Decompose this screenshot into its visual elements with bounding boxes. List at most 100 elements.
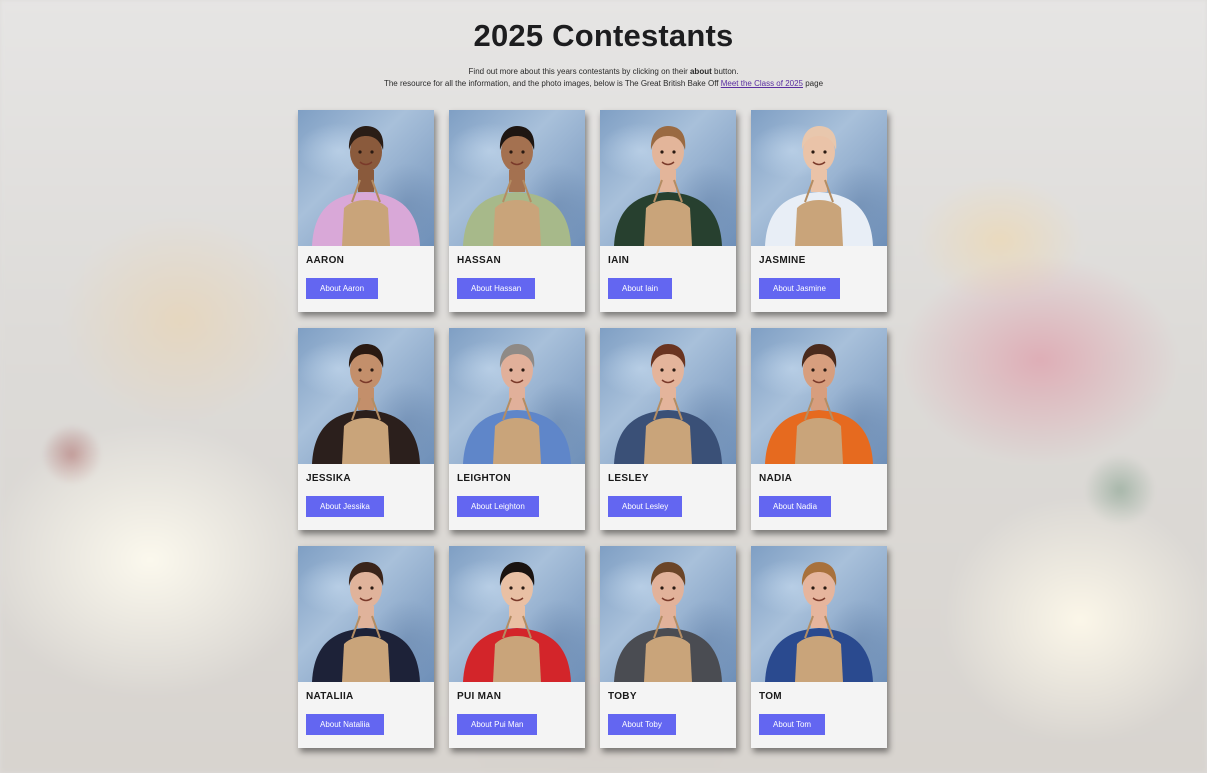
about-button[interactable]: About Jasmine xyxy=(759,278,840,299)
portrait-apron xyxy=(342,200,390,246)
portrait-apron xyxy=(493,200,541,246)
contestant-name: HASSAN xyxy=(457,255,502,266)
contestant-portrait xyxy=(614,562,722,682)
portrait-apron xyxy=(795,418,843,464)
contestant-photo xyxy=(751,328,887,464)
contestant-name: IAIN xyxy=(608,255,630,266)
portrait-eye xyxy=(358,150,362,154)
contestant-name: JASMINE xyxy=(759,255,806,266)
contestant-portrait xyxy=(463,562,571,682)
contestant-portrait xyxy=(312,344,420,464)
about-button[interactable]: About Tom xyxy=(759,714,826,735)
contestant-card: TOBY About Toby xyxy=(600,546,736,748)
portrait-eye xyxy=(672,150,676,154)
about-button[interactable]: About Lesley xyxy=(608,496,683,517)
contestant-name: PUI MAN xyxy=(457,691,502,702)
portrait-eye xyxy=(509,150,513,154)
portrait-eye xyxy=(358,368,362,372)
portrait-eye xyxy=(811,150,815,154)
about-button[interactable]: About Pui Man xyxy=(457,714,538,735)
about-button[interactable]: About Hassan xyxy=(457,278,536,299)
about-button[interactable]: About Aaron xyxy=(306,278,379,299)
portrait-apron xyxy=(795,200,843,246)
portrait-apron xyxy=(342,418,390,464)
portrait-eye xyxy=(370,150,374,154)
contestant-photo xyxy=(449,546,585,682)
portrait-apron xyxy=(795,636,843,682)
intro-line-1-text: Find out more about this years contestan… xyxy=(468,67,690,76)
contestant-grid: AARON About Aaron HASSAN About Hassan IA… xyxy=(298,110,890,748)
portrait-eye xyxy=(509,586,513,590)
portrait-apron xyxy=(644,636,692,682)
portrait-eye xyxy=(509,368,513,372)
contestant-name: LEIGHTON xyxy=(457,473,511,484)
intro-bold-about: about xyxy=(689,67,712,76)
portrait-eye xyxy=(660,368,664,372)
contestant-name: LESLEY xyxy=(608,473,649,484)
contestant-card: JESSIKA About Jessika xyxy=(298,328,434,530)
intro-line-1-end: button. xyxy=(711,67,739,76)
contestant-name: AARON xyxy=(306,255,345,266)
portrait-apron xyxy=(493,636,541,682)
contestant-name: NADIA xyxy=(759,473,793,484)
page-title: 2025 Contestants xyxy=(473,18,734,53)
about-button[interactable]: About Nadia xyxy=(759,496,832,517)
contestant-photo xyxy=(751,546,887,682)
portrait-eye xyxy=(672,368,676,372)
portrait-eye xyxy=(370,368,374,372)
contestant-photo xyxy=(600,328,736,464)
intro-line-2-text: The resource for all the information, an… xyxy=(383,79,721,88)
contestant-card: HASSAN About Hassan xyxy=(449,110,585,312)
contestant-portrait xyxy=(765,344,873,464)
contestant-name: JESSIKA xyxy=(306,473,351,484)
portrait-eye xyxy=(823,150,827,154)
portrait-eye xyxy=(823,368,827,372)
contestant-portrait xyxy=(614,344,722,464)
contestant-photo xyxy=(600,110,736,246)
portrait-eye xyxy=(358,586,362,590)
portrait-eye xyxy=(521,150,525,154)
portrait-apron xyxy=(493,418,541,464)
contestant-name: NATALIIA xyxy=(306,691,354,702)
about-button[interactable]: About Iain xyxy=(608,278,673,299)
contestant-card: IAIN About Iain xyxy=(600,110,736,312)
portrait-eye xyxy=(521,368,525,372)
portrait-eye xyxy=(811,368,815,372)
contestant-portrait xyxy=(463,344,571,464)
contestant-name: TOBY xyxy=(608,691,637,702)
contestant-card: LESLEY About Lesley xyxy=(600,328,736,530)
contestant-portrait xyxy=(312,562,420,682)
contestant-photo xyxy=(298,328,434,464)
contestant-photo xyxy=(751,110,887,246)
contestant-portrait xyxy=(312,126,420,246)
contestant-card: JASMINE About Jasmine xyxy=(751,110,887,312)
portrait-eye xyxy=(660,150,664,154)
contestant-portrait xyxy=(614,126,722,246)
about-button[interactable]: About Toby xyxy=(608,714,676,735)
intro-line-1: Find out more about this years contestan… xyxy=(0,66,1207,78)
contestants-page: 2025 Contestants Find out more about thi… xyxy=(0,0,1207,773)
portrait-eye xyxy=(370,586,374,590)
contestant-portrait xyxy=(765,126,873,246)
portrait-apron xyxy=(644,418,692,464)
contestant-card: AARON About Aaron xyxy=(298,110,434,312)
contestant-card: PUI MAN About Pui Man xyxy=(449,546,585,748)
intro-line-2-end: page xyxy=(803,79,824,88)
contestant-photo xyxy=(600,546,736,682)
contestant-photo xyxy=(449,110,585,246)
contestant-card: LEIGHTON About Leighton xyxy=(449,328,585,530)
about-button[interactable]: About Jessika xyxy=(306,496,384,517)
portrait-eye xyxy=(521,586,525,590)
portrait-eye xyxy=(672,586,676,590)
contestant-card: TOM About Tom xyxy=(751,546,887,748)
contestant-photo xyxy=(449,328,585,464)
intro-text: Find out more about this years contestan… xyxy=(0,66,1207,90)
intro-line-2: The resource for all the information, an… xyxy=(0,78,1207,90)
contestant-photo xyxy=(298,110,434,246)
portrait-eye xyxy=(823,586,827,590)
about-button[interactable]: About Leighton xyxy=(457,496,539,517)
meet-the-class-link[interactable]: Meet the Class of 2025 xyxy=(721,79,803,88)
portrait-apron xyxy=(342,636,390,682)
about-button[interactable]: About Nataliia xyxy=(306,714,384,735)
contestant-card: NADIA About Nadia xyxy=(751,328,887,530)
